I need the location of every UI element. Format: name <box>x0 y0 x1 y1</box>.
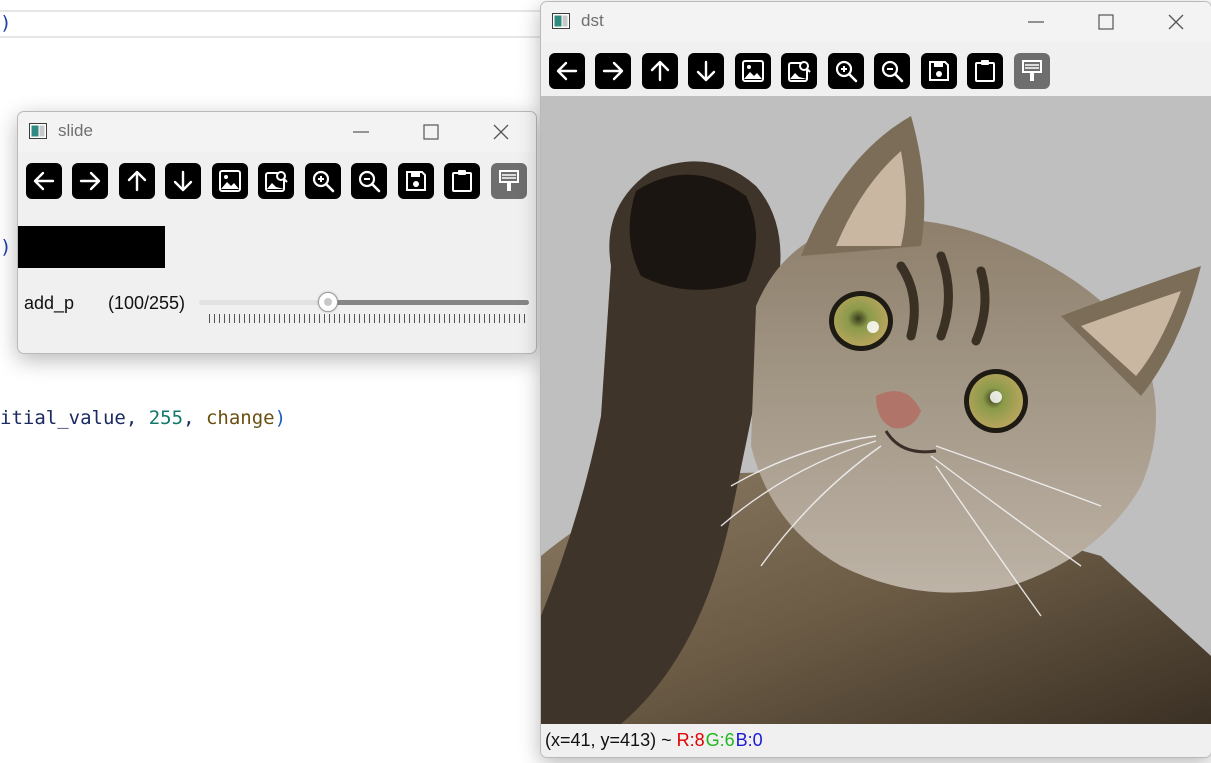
close-button[interactable] <box>1155 8 1197 36</box>
slider-track-remaining <box>328 300 529 305</box>
zoom-reset-button[interactable] <box>212 163 248 199</box>
zoom-original-button[interactable] <box>781 53 817 89</box>
zoom-out-icon <box>881 60 904 83</box>
zoom-out-button[interactable] <box>874 53 910 89</box>
app-icon <box>552 13 570 29</box>
cursor-coordinates: (x=41, y=413) ~ <box>545 730 677 750</box>
pan-up-button[interactable] <box>642 53 678 89</box>
pixel-red: R:8 <box>676 730 705 750</box>
clipboard-icon <box>452 170 472 192</box>
maximize-icon <box>1098 14 1114 30</box>
pan-right-button[interactable] <box>72 163 108 199</box>
minimize-button[interactable] <box>340 118 382 146</box>
editor-line-highlight-top <box>0 10 560 12</box>
pixel-green: G:6 <box>705 730 735 750</box>
code-line-2: ) <box>0 236 12 258</box>
editor-line-highlight-bottom <box>0 36 560 38</box>
arrow-down-icon <box>173 170 193 192</box>
zoom-reset-button[interactable] <box>735 53 771 89</box>
close-icon <box>493 124 509 140</box>
minimize-icon <box>1028 21 1044 23</box>
pan-left-button[interactable] <box>549 53 585 89</box>
maximize-button[interactable] <box>1085 8 1127 36</box>
maximize-button[interactable] <box>410 118 452 146</box>
kitten-photo <box>541 116 1211 724</box>
arrow-up-icon <box>650 60 670 82</box>
dst-window: dst (x=41, y=413) ~ R:8 G:6 B:0 <box>540 1 1211 758</box>
app-icon <box>29 123 47 139</box>
arrow-up-icon <box>127 170 147 192</box>
save-icon <box>406 171 426 191</box>
window-title: dst <box>581 11 604 30</box>
properties-button[interactable] <box>1014 53 1050 89</box>
window-title: slide <box>58 121 93 140</box>
image-search-icon <box>265 171 288 192</box>
save-button[interactable] <box>921 53 957 89</box>
arrow-left-icon <box>33 171 55 191</box>
code-line-3: itial_value, 255, change) <box>0 407 287 429</box>
save-button[interactable] <box>398 163 434 199</box>
copy-to-clipboard-button[interactable] <box>967 53 1003 89</box>
zoom-in-button[interactable] <box>828 53 864 89</box>
image-search-icon <box>788 61 811 82</box>
pan-left-button[interactable] <box>26 163 62 199</box>
trackbar-value: (100/255) <box>108 293 186 313</box>
trackbar-label-area <box>18 226 165 268</box>
trackbar-name: add_p <box>24 293 75 313</box>
slide-titlebar[interactable]: slide <box>18 112 536 152</box>
properties-button[interactable] <box>491 163 527 199</box>
add-p-slider[interactable] <box>199 290 529 330</box>
minimize-icon <box>353 131 369 133</box>
zoom-in-icon <box>835 60 858 83</box>
copy-to-clipboard-button[interactable] <box>444 163 480 199</box>
arrow-down-icon <box>696 60 716 82</box>
zoom-out-icon <box>358 170 381 193</box>
save-icon <box>929 61 949 81</box>
slider-track-filled <box>199 300 328 305</box>
clipboard-icon <box>975 60 995 82</box>
zoom-out-button[interactable] <box>351 163 387 199</box>
minimize-button[interactable] <box>1015 8 1057 36</box>
dst-titlebar[interactable]: dst <box>541 2 1211 42</box>
image-icon <box>742 60 764 82</box>
status-bar: (x=41, y=413) ~ R:8 G:6 B:0 <box>541 724 1211 757</box>
image-icon <box>219 170 241 192</box>
pan-right-button[interactable] <box>595 53 631 89</box>
image-display[interactable] <box>541 96 1211 724</box>
slide-window: slide add_p (100/255) <box>17 111 537 354</box>
close-button[interactable] <box>480 118 522 146</box>
brush-icon <box>1022 60 1042 81</box>
code-line-1: ) <box>0 12 12 34</box>
slider-thumb[interactable] <box>318 292 338 312</box>
slider-ticks <box>209 314 529 323</box>
zoom-in-button[interactable] <box>305 163 341 199</box>
close-icon <box>1168 14 1184 30</box>
brush-icon <box>499 170 519 191</box>
arrow-right-icon <box>79 171 101 191</box>
pan-down-button[interactable] <box>688 53 724 89</box>
pan-down-button[interactable] <box>165 163 201 199</box>
pixel-blue: B:0 <box>735 730 763 750</box>
arrow-left-icon <box>556 61 578 81</box>
zoom-in-icon <box>312 170 335 193</box>
maximize-icon <box>423 124 439 140</box>
arrow-right-icon <box>602 61 624 81</box>
pan-up-button[interactable] <box>119 163 155 199</box>
zoom-original-button[interactable] <box>258 163 294 199</box>
